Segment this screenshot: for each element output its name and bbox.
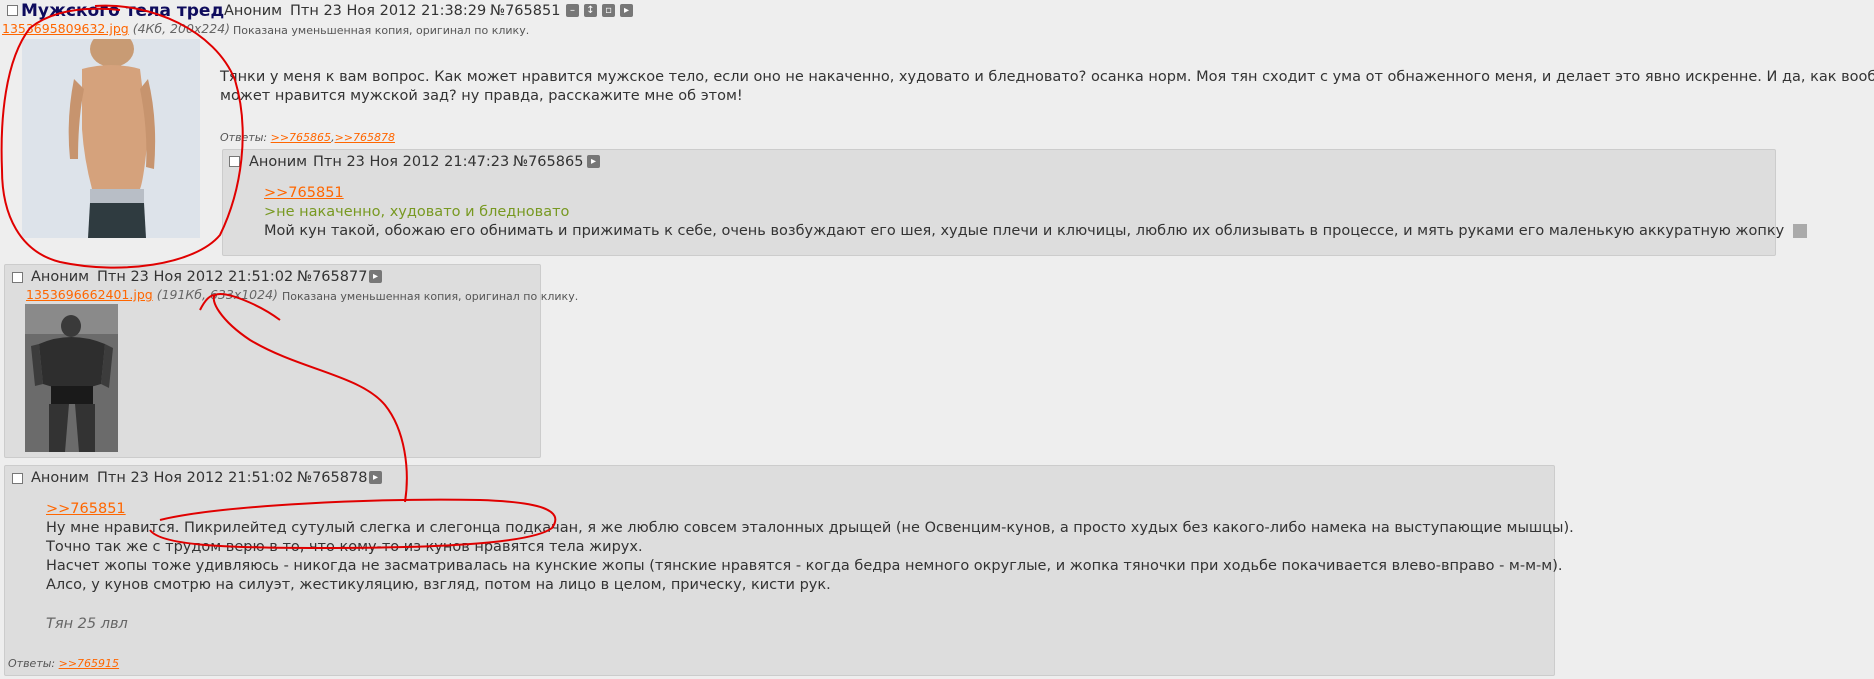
post-765865-text: Мой кун такой, обожаю его обнимать и при… bbox=[264, 223, 1807, 239]
post-765865-author: Аноним bbox=[249, 154, 308, 170]
post-765865-ref-link[interactable]: >>765851 bbox=[264, 185, 344, 201]
play-icon[interactable]: ▸ bbox=[587, 155, 600, 168]
post-765865-body: Мой кун такой, обожаю его обнимать и при… bbox=[264, 223, 1785, 239]
op-replies-label: Ответы: bbox=[220, 131, 268, 144]
post-765878-line3: Насчет жопы тоже удивляюсь - никогда не … bbox=[46, 558, 1563, 574]
post-765878-checkbox[interactable] bbox=[12, 473, 23, 484]
op-num[interactable]: №765851 bbox=[490, 3, 560, 19]
thread-title: Мужского тела тред bbox=[21, 1, 225, 21]
post-765878-replies-label: Ответы: bbox=[8, 657, 56, 670]
window-icon[interactable]: ▫ bbox=[602, 4, 615, 17]
play-icon[interactable]: ▸ bbox=[369, 270, 382, 283]
op-text-line2: может нравится мужской зад? ну правда, р… bbox=[220, 88, 743, 104]
post-765877-date: Птн 23 Ноя 2012 21:51:02 bbox=[97, 269, 294, 285]
post-765878-signature: Тян 25 лвл bbox=[46, 616, 128, 632]
op-thumbnail[interactable] bbox=[22, 39, 200, 238]
post-765878-author: Аноним bbox=[31, 470, 90, 486]
op-file-info: (4Кб, 200x224) bbox=[132, 21, 231, 36]
play-icon[interactable]: ▸ bbox=[369, 471, 382, 484]
post-765865-greentext: >не накаченно, худовато и бледновато bbox=[264, 204, 570, 220]
play-icon[interactable]: ▸ bbox=[620, 4, 633, 17]
post-765878-replies: Ответы: >>765915 bbox=[8, 657, 119, 670]
post-765878-ref-link[interactable]: >>765851 bbox=[46, 501, 126, 517]
op-replies: Ответы: >>765865,>>765878 bbox=[220, 131, 395, 144]
op-text-line1: Тянки у меня к вам вопрос. Как может нра… bbox=[220, 69, 1874, 85]
post-765877-checkbox[interactable] bbox=[12, 272, 23, 283]
post-765877-file-info: (191Кб, 633x1024) bbox=[156, 287, 278, 302]
post-765865-num[interactable]: №765865 bbox=[513, 154, 583, 170]
op-reply-link-2[interactable]: >>765878 bbox=[335, 131, 395, 144]
post-765877-author: Аноним bbox=[31, 269, 90, 285]
op-date: Птн 23 Ноя 2012 21:38:29 bbox=[290, 3, 487, 19]
post-765878-date: Птн 23 Ноя 2012 21:51:02 bbox=[97, 470, 294, 486]
post-765878-line1: Ну мне нравится. Пикрилейтед сутулый сле… bbox=[46, 520, 1574, 536]
op-reply-link-1[interactable]: >>765865 bbox=[271, 131, 331, 144]
post-765865-checkbox[interactable] bbox=[229, 156, 240, 167]
post-765877: Аноним Птн 23 Ноя 2012 21:51:02 №765877 … bbox=[4, 264, 578, 458]
updown-icon[interactable]: ↕ bbox=[584, 4, 597, 17]
post-765877-thumb-note: Показана уменьшенная копия, оригинал по … bbox=[282, 290, 579, 303]
post-765878-line2: Точно так же с трудом верю в то, что ком… bbox=[46, 539, 643, 555]
post-765878-num[interactable]: №765878 bbox=[297, 470, 367, 486]
minus-icon[interactable]: – bbox=[566, 4, 579, 17]
post-765865-date: Птн 23 Ноя 2012 21:47:23 bbox=[313, 154, 510, 170]
op-file-name[interactable]: 1353695809632.jpg bbox=[2, 21, 129, 36]
post-765877-file-link[interactable]: 1353696662401.jpg (191Кб, 633x1024) bbox=[26, 287, 278, 302]
op-file-link[interactable]: 1353695809632.jpg (4Кб, 200x224) bbox=[2, 21, 230, 36]
post-765877-file-name[interactable]: 1353696662401.jpg bbox=[26, 287, 153, 302]
op-checkbox[interactable] bbox=[7, 5, 18, 16]
post-765865: Аноним Птн 23 Ноя 2012 21:47:23 №765865 … bbox=[222, 149, 1807, 256]
op-author: Аноним bbox=[224, 3, 283, 19]
post-765877-thumbnail[interactable] bbox=[25, 304, 118, 452]
op-thumb-note: Показана уменьшенная копия, оригинал по … bbox=[233, 24, 530, 37]
post-765878-reply-link-1[interactable]: >>765915 bbox=[59, 657, 119, 670]
post-765878: Аноним Птн 23 Ноя 2012 21:51:02 №765878 … bbox=[4, 465, 1574, 676]
post-765877-num[interactable]: №765877 bbox=[297, 269, 367, 285]
post-765878-line4: Алсо, у кунов смотрю на силуэт, жестикул… bbox=[46, 577, 831, 593]
spoiler-block[interactable] bbox=[1792, 224, 1807, 238]
